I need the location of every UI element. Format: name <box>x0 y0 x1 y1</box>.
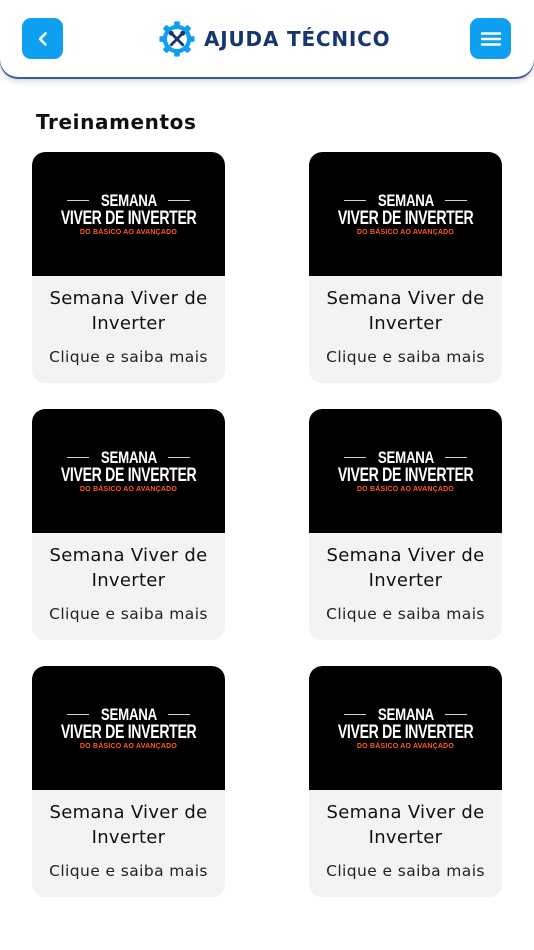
banner-line1: SEMANA <box>377 190 434 210</box>
banner-line3: DO BÁSICO AO AVANÇADO <box>79 228 178 236</box>
training-card[interactable]: SEMANA VIVER DE INVERTER DO BÁSICO AO AV… <box>309 152 502 383</box>
banner-line3: DO BÁSICO AO AVANÇADO <box>79 485 178 493</box>
card-title: Semana Viver de Inverter <box>49 802 208 848</box>
menu-button[interactable] <box>470 18 511 59</box>
banner-line2: VIVER DE INVERTER <box>60 721 197 743</box>
training-banner: SEMANA VIVER DE INVERTER DO BÁSICO AO AV… <box>32 666 225 790</box>
app-header: AJUDA TÉCNICO <box>0 0 534 77</box>
gear-tools-logo <box>159 21 195 57</box>
back-button[interactable] <box>22 18 63 59</box>
banner-line1: SEMANA <box>100 447 157 467</box>
brand: AJUDA TÉCNICO <box>158 20 390 58</box>
card-cta[interactable]: Clique e saiba mais <box>32 348 225 366</box>
card-cta[interactable]: Clique e saiba mais <box>309 348 502 366</box>
training-banner: SEMANA VIVER DE INVERTER DO BÁSICO AO AV… <box>309 409 502 533</box>
banner-line2: VIVER DE INVERTER <box>337 721 474 743</box>
banner-line2: VIVER DE INVERTER <box>337 207 474 229</box>
banner-line2: VIVER DE INVERTER <box>60 464 197 486</box>
banner-line1: SEMANA <box>100 190 157 210</box>
section-title: Treinamentos <box>36 110 197 134</box>
app-title: AJUDA TÉCNICO <box>204 27 391 51</box>
banner-line3: DO BÁSICO AO AVANÇADO <box>356 485 455 493</box>
training-banner: SEMANA VIVER DE INVERTER DO BÁSICO AO AV… <box>32 152 225 276</box>
training-banner: SEMANA VIVER DE INVERTER DO BÁSICO AO AV… <box>309 666 502 790</box>
card-cta[interactable]: Clique e saiba mais <box>309 605 502 623</box>
card-cta[interactable]: Clique e saiba mais <box>309 862 502 880</box>
banner-line1: SEMANA <box>100 704 157 724</box>
training-banner: SEMANA VIVER DE INVERTER DO BÁSICO AO AV… <box>309 152 502 276</box>
card-cta[interactable]: Clique e saiba mais <box>32 862 225 880</box>
training-card[interactable]: SEMANA VIVER DE INVERTER DO BÁSICO AO AV… <box>32 409 225 640</box>
banner-line1: SEMANA <box>377 447 434 467</box>
chevron-left-icon <box>38 31 47 46</box>
training-card[interactable]: SEMANA VIVER DE INVERTER DO BÁSICO AO AV… <box>309 666 502 897</box>
training-card[interactable]: SEMANA VIVER DE INVERTER DO BÁSICO AO AV… <box>32 666 225 897</box>
card-title: Semana Viver de Inverter <box>49 288 208 334</box>
card-cta[interactable]: Clique e saiba mais <box>32 605 225 623</box>
training-banner: SEMANA VIVER DE INVERTER DO BÁSICO AO AV… <box>32 409 225 533</box>
card-title: Semana Viver de Inverter <box>326 802 485 848</box>
banner-line2: VIVER DE INVERTER <box>337 464 474 486</box>
card-title: Semana Viver de Inverter <box>49 545 208 591</box>
card-title: Semana Viver de Inverter <box>326 545 485 591</box>
training-card[interactable]: SEMANA VIVER DE INVERTER DO BÁSICO AO AV… <box>309 409 502 640</box>
banner-line3: DO BÁSICO AO AVANÇADO <box>79 742 178 750</box>
banner-line3: DO BÁSICO AO AVANÇADO <box>356 742 455 750</box>
banner-line2: VIVER DE INVERTER <box>60 207 197 229</box>
banner-line1: SEMANA <box>377 704 434 724</box>
banner-line3: DO BÁSICO AO AVANÇADO <box>356 228 455 236</box>
card-title: Semana Viver de Inverter <box>326 288 485 334</box>
hamburger-menu-icon <box>480 31 501 46</box>
training-card[interactable]: SEMANA VIVER DE INVERTER DO BÁSICO AO AV… <box>32 152 225 383</box>
